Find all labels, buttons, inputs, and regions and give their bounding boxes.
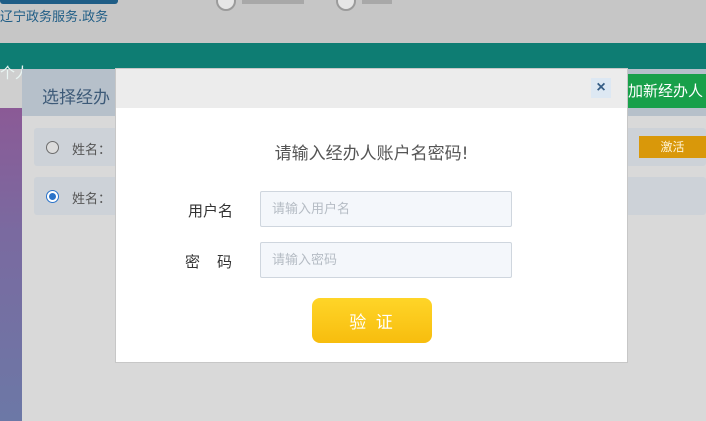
activate-button[interactable]: 激活 — [639, 136, 706, 158]
top-header: 辽宁政务服务.政务 — [0, 0, 706, 43]
agent-radio[interactable] — [46, 190, 59, 203]
modal-title: 请输入经办人账户名密码! — [274, 144, 469, 164]
header-link-icon[interactable] — [216, 0, 236, 11]
header-link-text[interactable] — [242, 0, 304, 4]
site-logo — [0, 0, 118, 4]
verify-button[interactable]: 验 证 — [312, 298, 432, 343]
agent-name-label: 姓名： — [72, 192, 112, 207]
side-banner — [0, 108, 22, 421]
agent-select-title: 选择经办 — [42, 88, 110, 108]
agent-name-label: 姓名： — [72, 143, 112, 158]
modal-header — [116, 69, 627, 108]
header-link-icon[interactable] — [336, 0, 356, 11]
nav-bar — [0, 43, 706, 69]
agent-radio[interactable] — [46, 141, 59, 154]
add-agent-button[interactable]: 加新经办人 — [625, 74, 706, 108]
username-label: 用户名 — [188, 202, 234, 220]
password-label: 密 码 — [185, 253, 234, 271]
login-modal: × 请输入经办人账户名密码! 用户名 密 码 验 证 — [115, 68, 628, 363]
password-input[interactable] — [260, 242, 512, 278]
site-subtitle: 辽宁政务服务.政务 — [0, 10, 109, 25]
username-input[interactable] — [260, 191, 512, 227]
header-link-text[interactable] — [362, 0, 392, 4]
close-icon[interactable]: × — [591, 78, 611, 98]
